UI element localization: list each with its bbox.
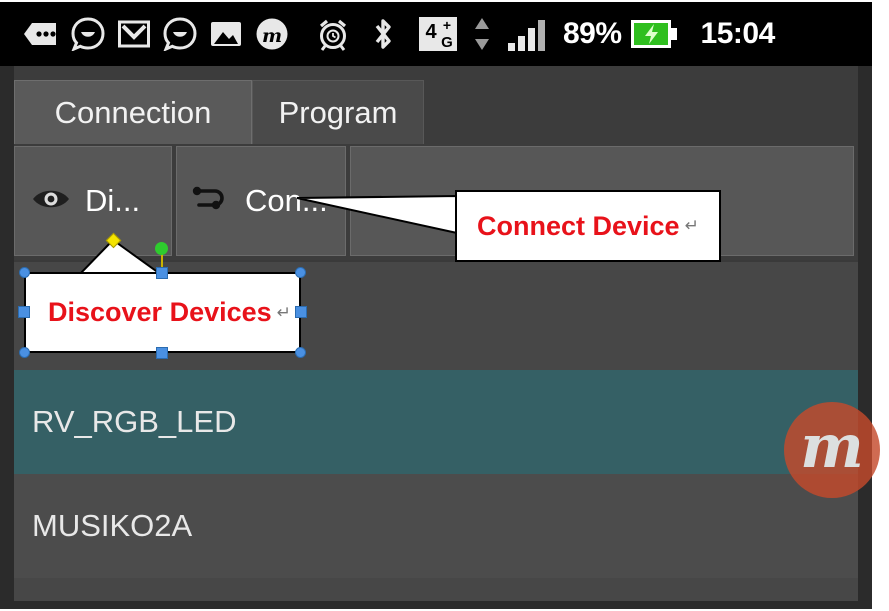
discover-devices-callout[interactable]: Discover Devices ↵	[24, 272, 301, 353]
rotation-handle[interactable]	[155, 242, 168, 255]
selection-handle-top-left[interactable]	[19, 267, 30, 278]
discover-devices-callout-pilcrow: ↵	[276, 302, 291, 322]
connect-device-callout-pilcrow: ↵	[684, 216, 699, 235]
connect-device-callout-text: Connect Device	[477, 210, 680, 241]
discover-devices-callout-text: Discover Devices	[48, 297, 272, 327]
selection-handle-bottom-left[interactable]	[19, 347, 30, 358]
annotation-overlay: Connect Device ↵ Discover Devices ↵	[0, 0, 889, 611]
selection-handle-bottom-right[interactable]	[295, 347, 306, 358]
selection-handle-bottom-center[interactable]	[156, 347, 168, 359]
connect-device-callout[interactable]: Connect Device ↵	[455, 190, 721, 262]
selection-handle-top-right[interactable]	[295, 267, 306, 278]
selection-handle-middle-left[interactable]	[18, 306, 30, 318]
selection-handle-top-center[interactable]	[156, 267, 168, 279]
selection-handle-middle-right[interactable]	[295, 306, 307, 318]
page-root: m 4 + G 89% 15:04 Connection Program Di.…	[0, 0, 889, 611]
